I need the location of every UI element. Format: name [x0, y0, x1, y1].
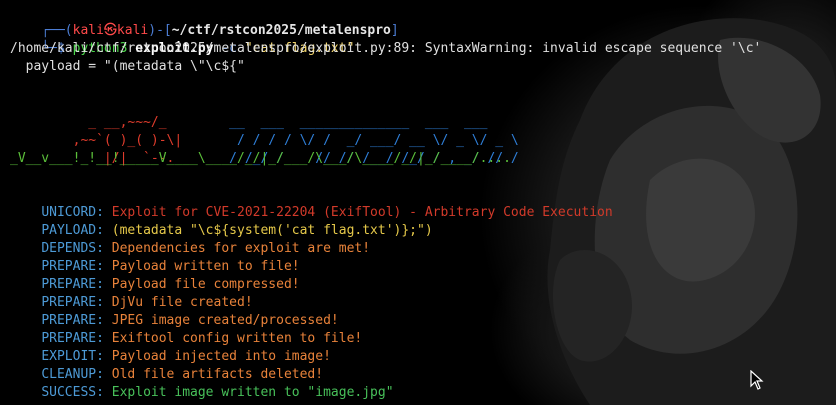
- ascii-art-row-4: _V__v___!_!__!_____V____\____/_/|_/___/\…: [10, 151, 511, 166]
- syntax-warning-code: payload = "(metadata \"\c${": [10, 59, 245, 74]
- log-line: SUCCESS: Exploit image written to "image…: [10, 366, 394, 405]
- log-message: Exploit image written to "image.jpg": [111, 384, 394, 400]
- log-tag: SUCCESS:: [41, 384, 104, 400]
- terminal-window[interactable]: ┌──(kali㉿kali)-[~/ctf/rstcon2025/metalen…: [0, 0, 836, 405]
- prompt-close: ]: [390, 22, 399, 38]
- mouse-pointer-icon: [750, 370, 764, 390]
- syntax-warning-line: /home/kali/ctf/rstcon2025/metalenspro/ex…: [10, 41, 762, 56]
